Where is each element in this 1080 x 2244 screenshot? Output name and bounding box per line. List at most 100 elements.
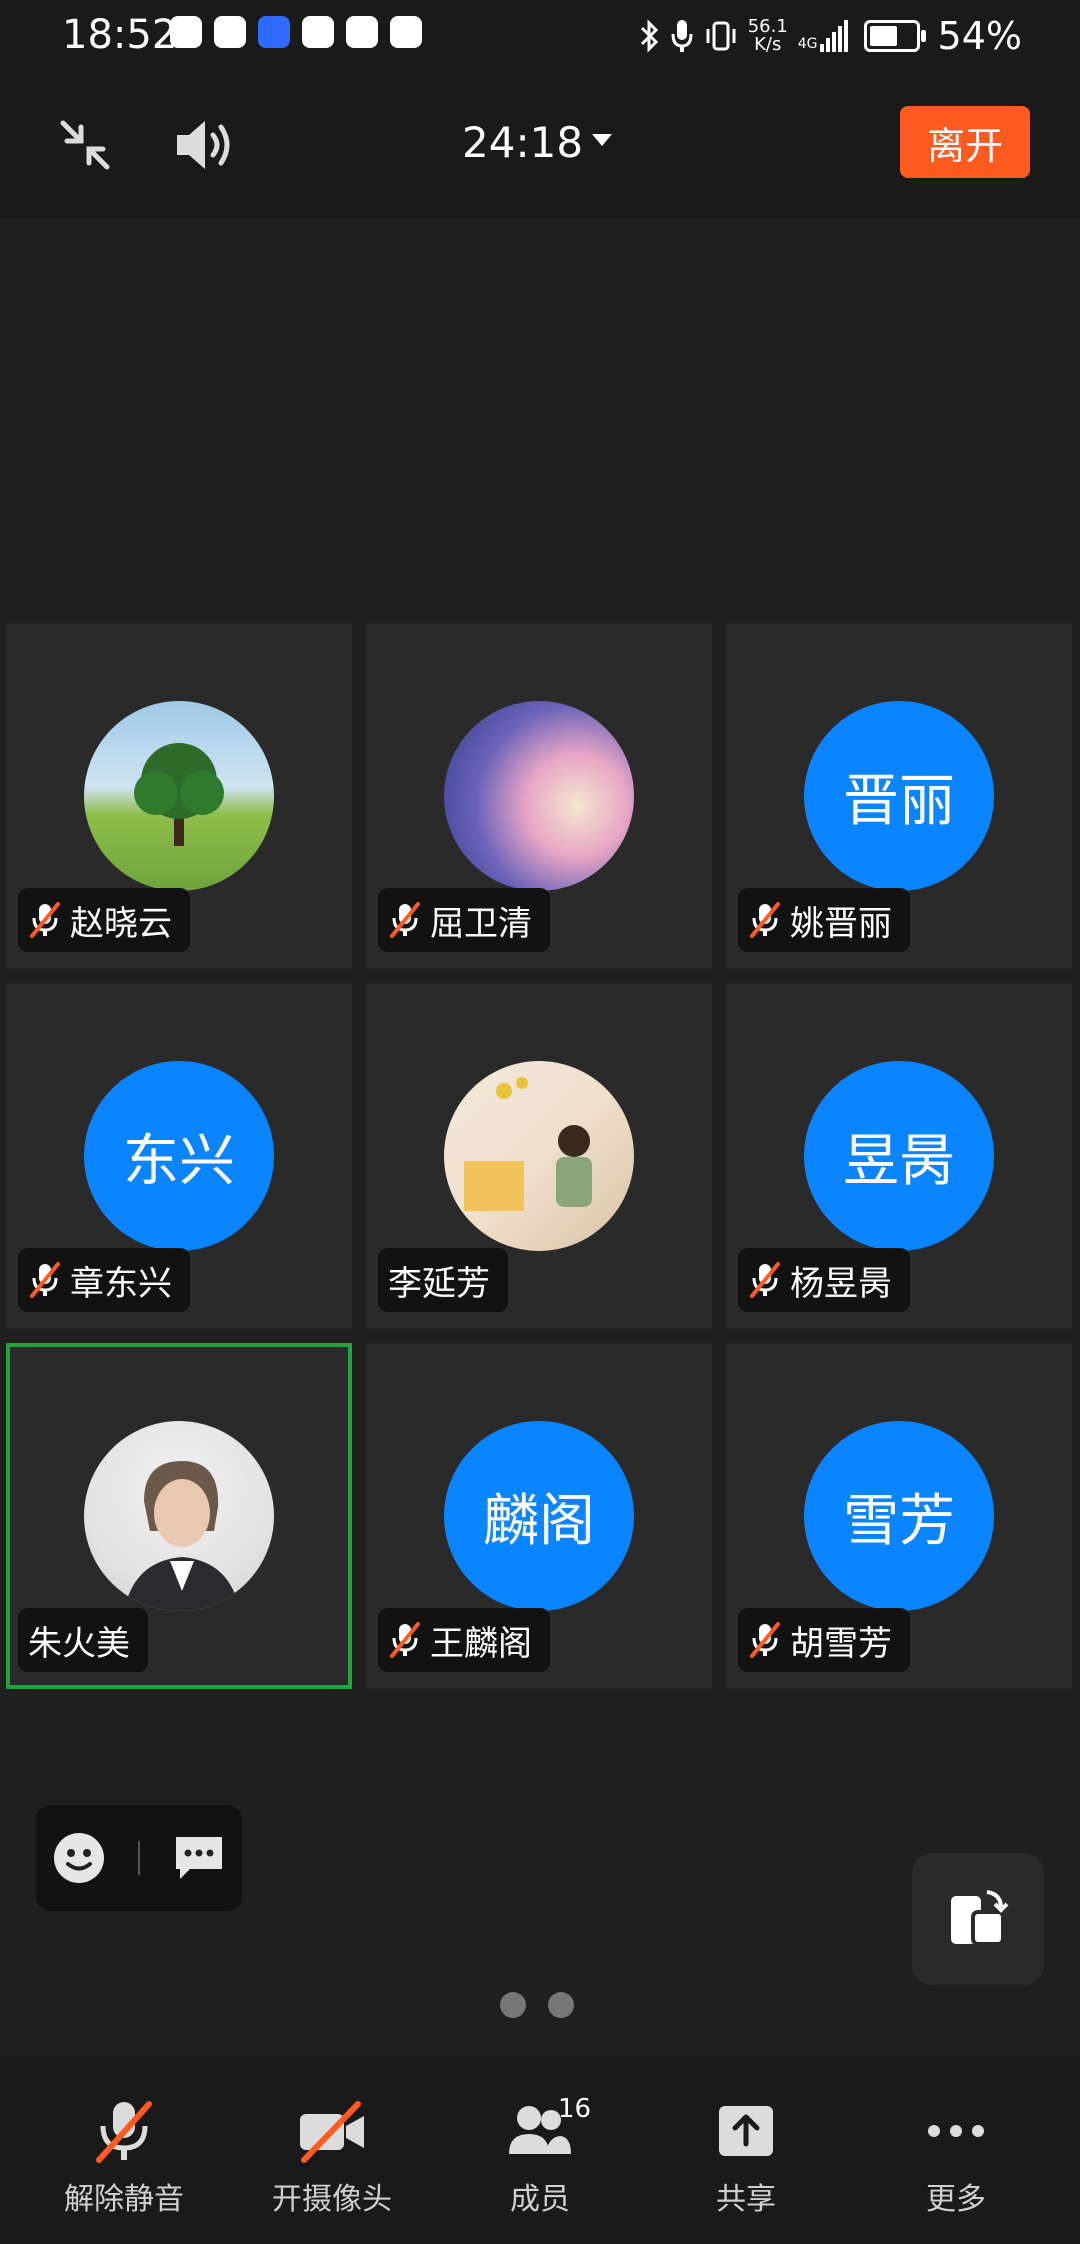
name-chip: 王麟阁 — [378, 1608, 550, 1672]
unmute-label: 解除静音 — [64, 2182, 184, 2217]
participant-tile[interactable]: 赵晓云 — [6, 623, 352, 969]
camera-label: 开摄像头 — [272, 2182, 392, 2217]
participant-name: 朱火美 — [28, 1623, 130, 1664]
participant-name: 姚晋丽 — [790, 903, 892, 944]
avatar — [444, 701, 634, 891]
portrait-icon — [124, 1461, 240, 1611]
name-chip: 姚晋丽 — [738, 888, 910, 952]
members-count-badge: 16 — [558, 2094, 592, 2124]
battery-icon — [863, 20, 926, 52]
mic-off-icon — [750, 902, 780, 938]
avatar — [444, 1061, 634, 1251]
more-button[interactable]: 更多 — [856, 2094, 1056, 2218]
chat-button[interactable] — [172, 1833, 226, 1883]
status-time: 18:52 — [62, 12, 178, 58]
camera-button[interactable]: 开摄像头 — [232, 2094, 432, 2218]
name-chip: 朱火美 — [18, 1608, 148, 1672]
wechat-icon — [214, 16, 246, 48]
participant-tile[interactable]: 屈卫清 — [366, 623, 712, 969]
share-button[interactable]: 共享 — [646, 2094, 846, 2218]
participant-name: 杨昱昺 — [790, 1263, 892, 1304]
tree-icon — [134, 743, 224, 846]
participant-name: 王麟阁 — [430, 1623, 532, 1664]
avatar: 东兴 — [84, 1061, 274, 1251]
participant-name: 章东兴 — [70, 1263, 172, 1304]
share-label: 共享 — [716, 2182, 776, 2217]
vibrate-icon — [706, 21, 736, 51]
app-notification-icon — [170, 16, 202, 48]
emoji-button[interactable] — [52, 1831, 106, 1885]
wechat-icon — [302, 16, 334, 48]
notification-icons — [170, 16, 422, 48]
mic-off-icon — [30, 902, 60, 938]
alarm-icon — [390, 16, 422, 48]
net-speed-unit: K/s — [754, 34, 782, 55]
page-dot[interactable] — [500, 1992, 526, 2018]
participant-name: 李延芳 — [388, 1263, 490, 1304]
page-dot[interactable] — [548, 1992, 574, 2018]
net-type: 4G — [797, 36, 818, 52]
unmute-icon-wrap — [24, 2094, 224, 2168]
meeting-timer[interactable]: 24:18 — [462, 118, 583, 167]
chat-icon — [176, 1837, 222, 1879]
name-chip: 屈卫清 — [378, 888, 550, 952]
unmute-button[interactable]: 解除静音 — [24, 2094, 224, 2218]
speaker-icon — [177, 121, 230, 169]
more-icon-wrap — [856, 2094, 1056, 2168]
name-chip: 赵晓云 — [18, 888, 190, 952]
minimize-button[interactable] — [50, 110, 120, 180]
name-chip: 胡雪芳 — [738, 1608, 910, 1672]
page-indicator[interactable] — [500, 1992, 574, 2018]
participant-tile[interactable]: 雪芳 胡雪芳 — [726, 1343, 1072, 1689]
more-icon — [928, 2125, 984, 2137]
participant-name: 胡雪芳 — [790, 1623, 892, 1664]
eye-icon — [346, 16, 378, 48]
participant-tile-active-speaker[interactable]: 朱火美 — [6, 1343, 352, 1689]
avatar: 雪芳 — [804, 1421, 994, 1611]
avatar: 晋丽 — [804, 701, 994, 891]
signal-icon: 4G — [798, 20, 848, 52]
share-icon-wrap — [646, 2094, 846, 2168]
mic-off-icon — [390, 1622, 420, 1658]
swap-screen-icon — [951, 1890, 1009, 1946]
mic-off-icon — [390, 902, 420, 938]
avatar: 麟阁 — [444, 1421, 634, 1611]
camera-off-icon — [300, 2101, 364, 2163]
mic-off-icon — [750, 1622, 780, 1658]
divider — [138, 1841, 140, 1875]
share-icon — [719, 2106, 773, 2156]
participant-name: 赵晓云 — [70, 903, 172, 944]
name-chip: 杨昱昺 — [738, 1248, 910, 1312]
bottom-toolbar: 解除静音 开摄像头 16 成员 共享 更多 — [0, 2058, 1080, 2244]
name-chip: 李延芳 — [378, 1248, 508, 1312]
mic-off-icon — [96, 2101, 152, 2163]
chevron-down-icon[interactable] — [592, 134, 612, 146]
members-button[interactable]: 16 成员 — [440, 2094, 640, 2218]
swap-screen-button[interactable] — [912, 1853, 1044, 1985]
mic-off-icon — [750, 1262, 780, 1298]
net-speed: 56.1 K/s — [748, 18, 788, 54]
participant-tile[interactable]: 昱昺 杨昱昺 — [726, 983, 1072, 1329]
speaker-button[interactable] — [168, 110, 240, 180]
name-chip: 章东兴 — [18, 1248, 190, 1312]
participant-tile[interactable]: 麟阁 王麟阁 — [366, 1343, 712, 1689]
participant-tile[interactable]: 晋丽 姚晋丽 — [726, 623, 1072, 969]
reaction-chat-pill — [36, 1805, 242, 1911]
status-right: 56.1 K/s 4G 54% — [638, 14, 1022, 58]
participant-tile[interactable]: 东兴 章东兴 — [6, 983, 352, 1329]
status-bar: 18:52 56.1 K/s 4G 54% — [0, 0, 1080, 72]
leave-button[interactable]: 离开 — [900, 106, 1030, 178]
bluetooth-icon — [640, 19, 658, 53]
avatar: 昱昺 — [804, 1061, 994, 1251]
bulb-app-icon — [258, 16, 290, 48]
members-icon-wrap: 16 — [440, 2094, 640, 2168]
camera-icon-wrap — [232, 2094, 432, 2168]
mic-status-icon — [671, 20, 693, 52]
mic-off-icon — [30, 1262, 60, 1298]
avatar — [84, 701, 274, 891]
emoji-icon — [54, 1833, 104, 1883]
illustration-icon — [464, 1077, 592, 1211]
minimize-icon — [60, 120, 110, 170]
participant-tile[interactable]: 李延芳 — [366, 983, 712, 1329]
battery-percent: 54% — [937, 14, 1022, 58]
